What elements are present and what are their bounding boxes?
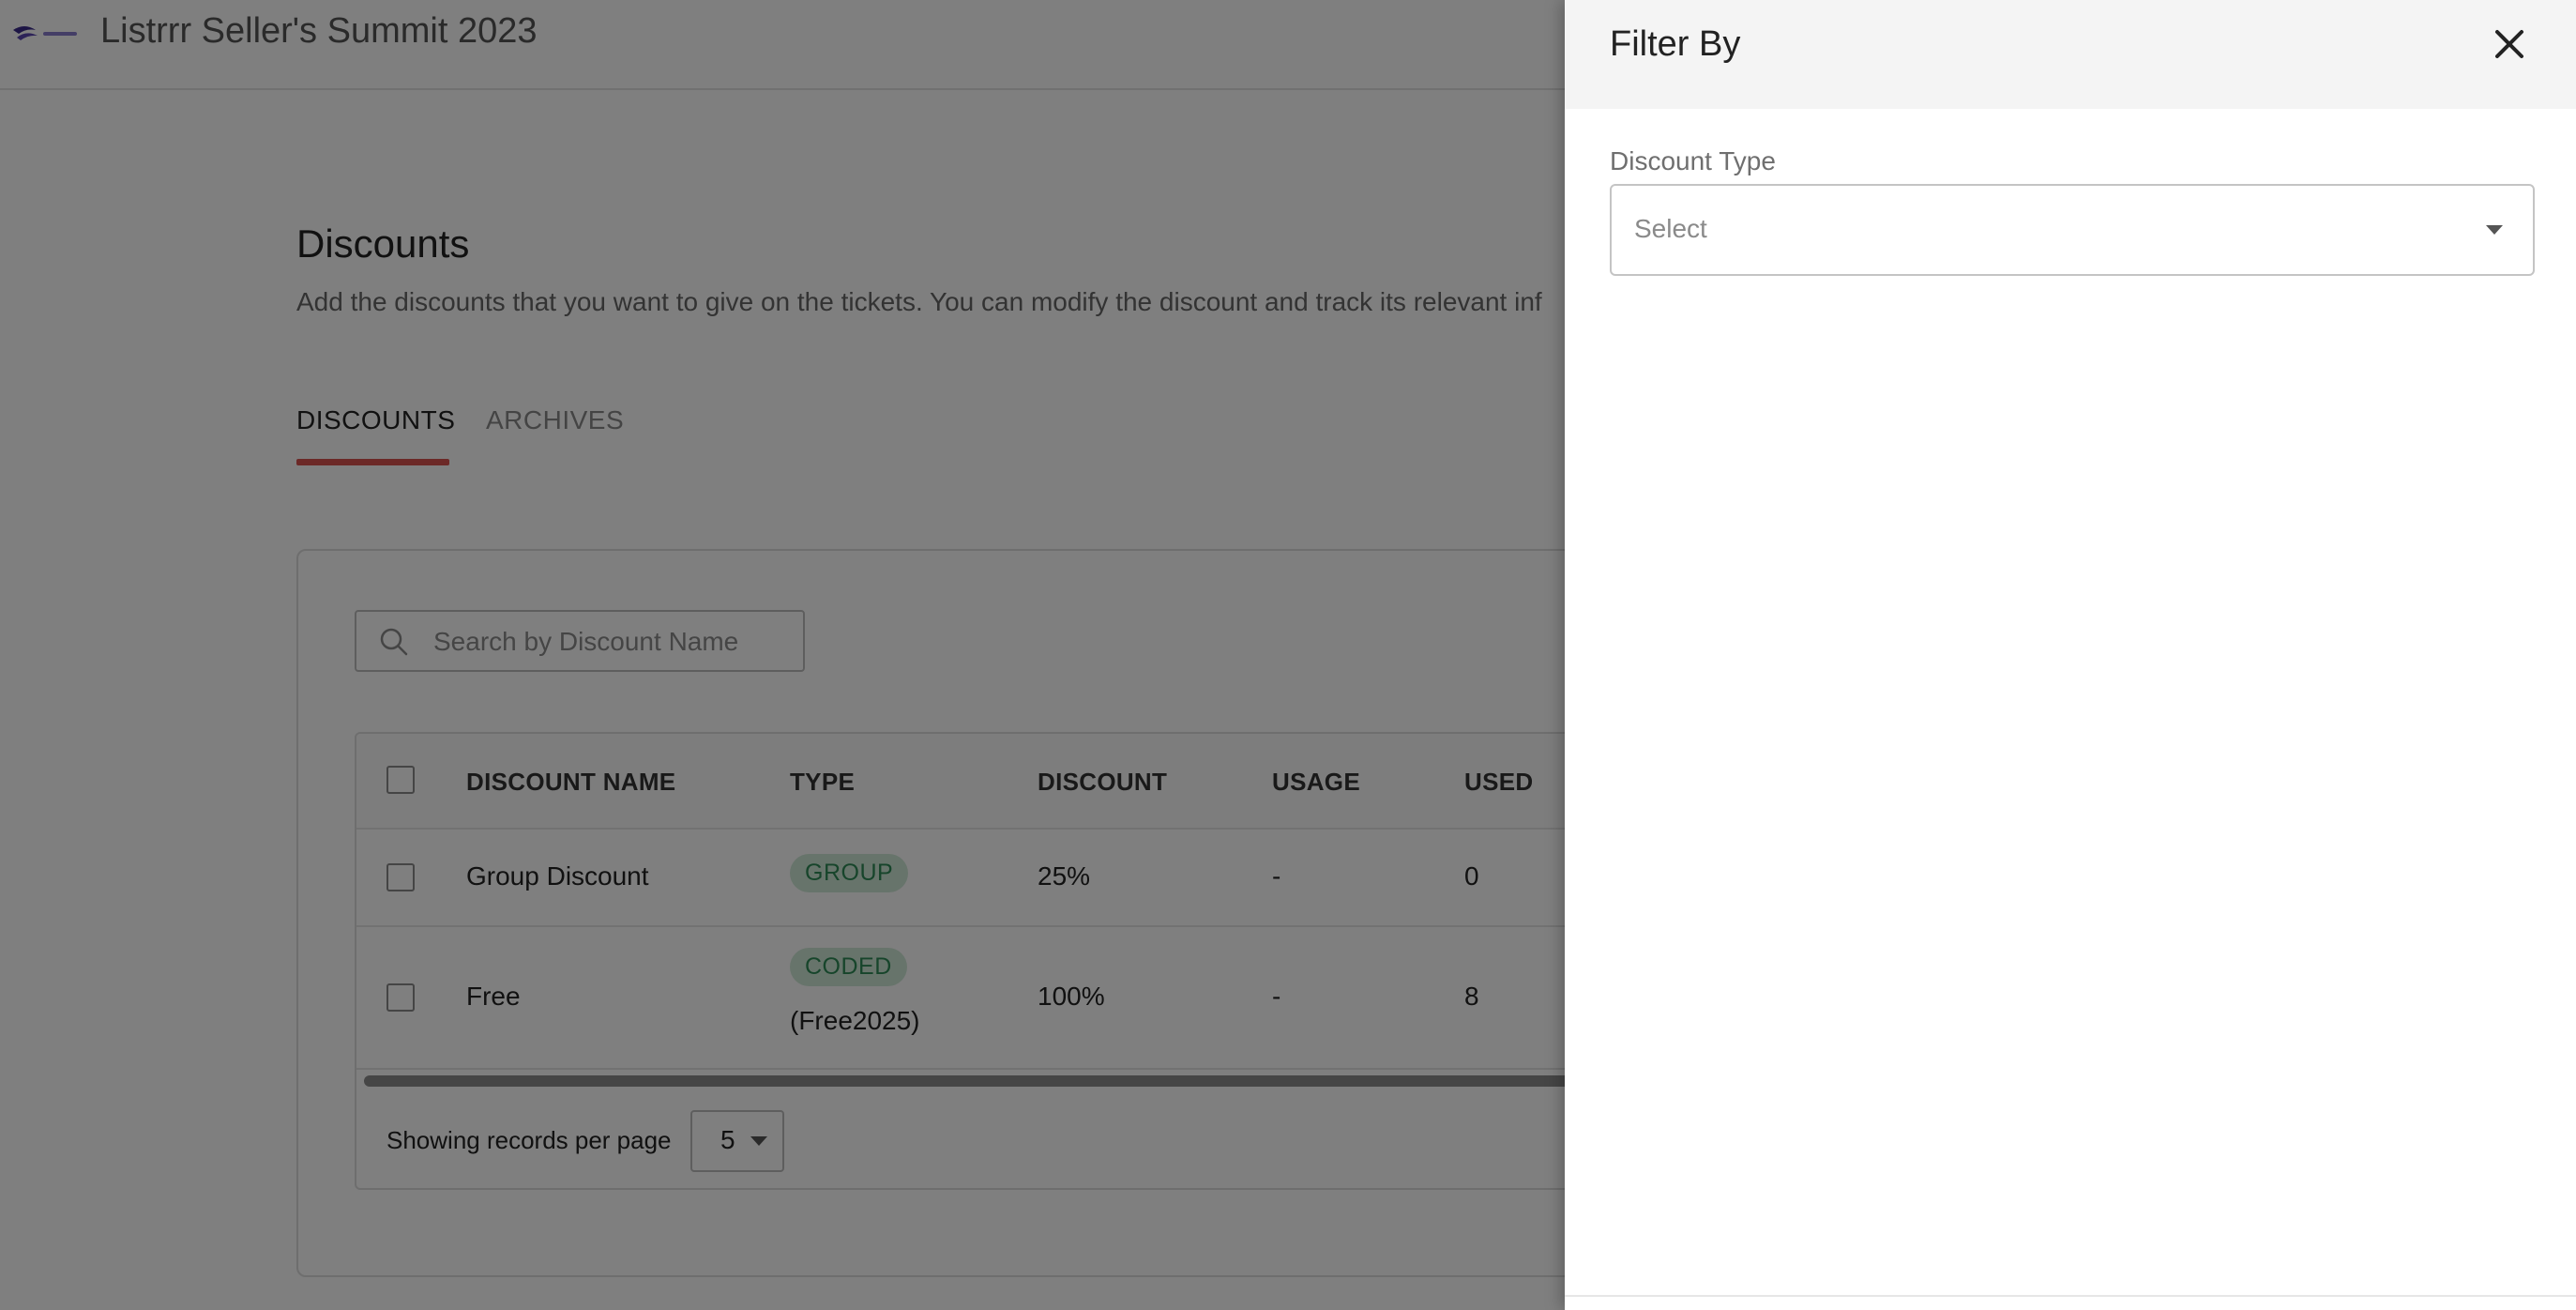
- close-icon[interactable]: [2484, 19, 2535, 69]
- select-placeholder: Select: [1634, 214, 1707, 243]
- drawer-divider: [1565, 1295, 2576, 1297]
- discount-type-select[interactable]: Select: [1610, 184, 2535, 276]
- drawer-title: Filter By: [1610, 24, 1741, 64]
- filter-drawer: Filter By Discount Type Select: [1565, 0, 2576, 1310]
- discount-type-label: Discount Type: [1610, 146, 1776, 175]
- drawer-header: Filter By: [1565, 0, 2576, 109]
- chevron-down-icon: [2486, 225, 2503, 235]
